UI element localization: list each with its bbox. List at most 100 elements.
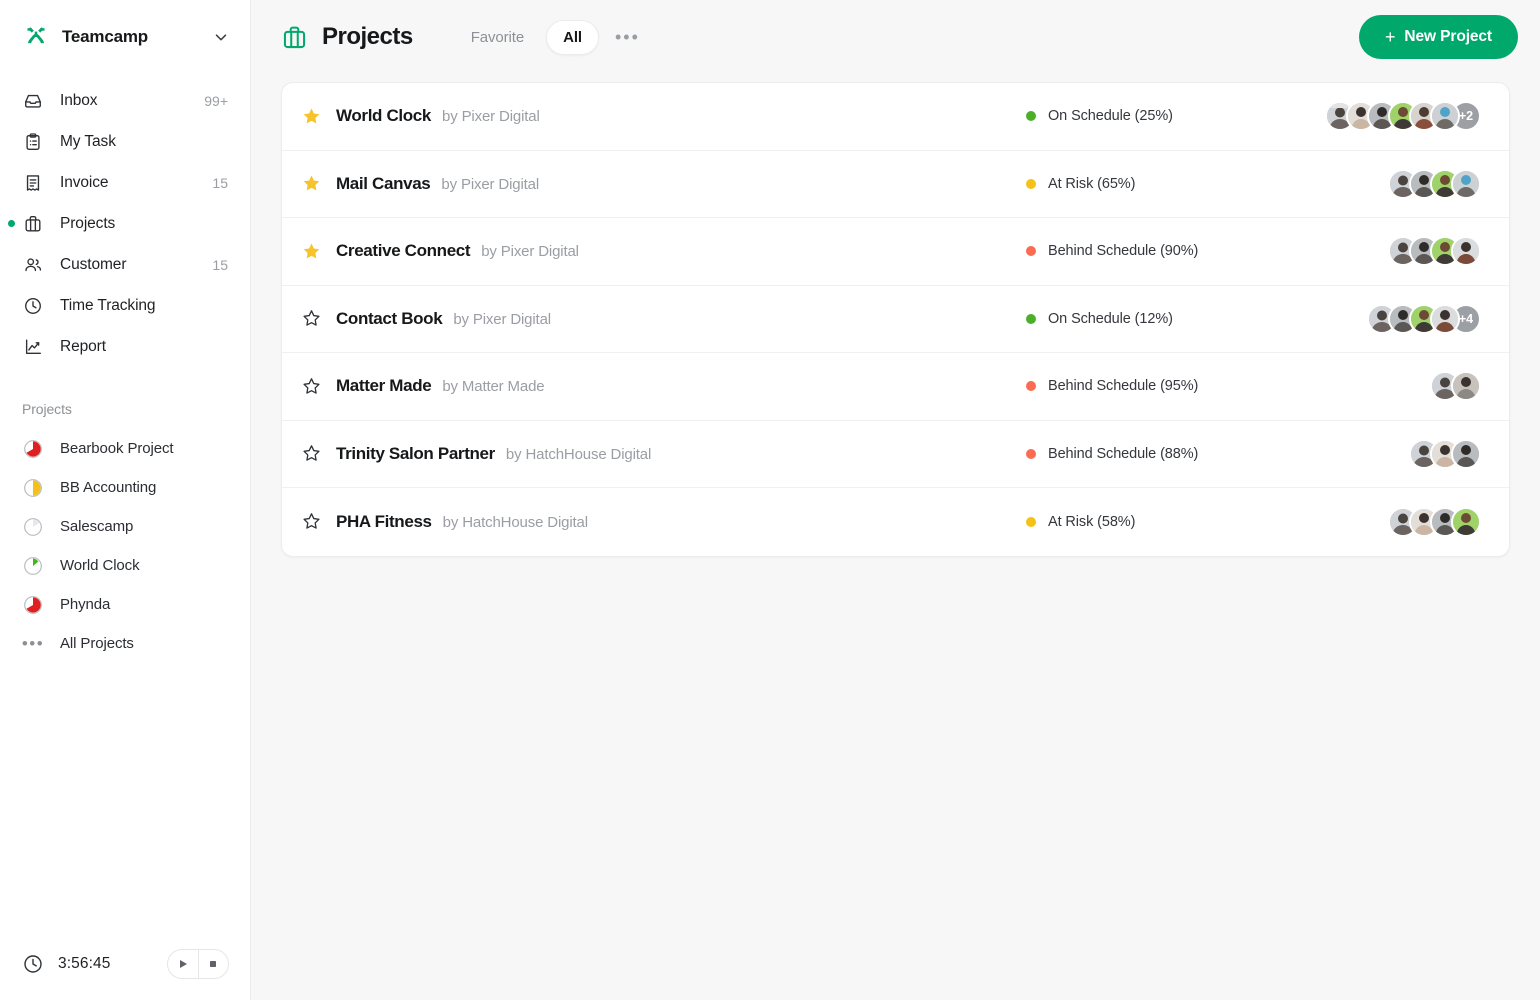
- chart-line-icon: [22, 336, 43, 357]
- progress-pie-icon: [22, 516, 44, 538]
- chevron-down-icon[interactable]: [212, 28, 230, 46]
- status-badge: At Risk (65%): [1026, 176, 1388, 192]
- status-dot-icon: [1026, 111, 1036, 122]
- avatar: [1451, 506, 1481, 537]
- sidebar-item-label: Report: [60, 337, 106, 355]
- status-dot-icon: [1026, 313, 1036, 324]
- sidebar-project-phynda[interactable]: Phynda: [0, 585, 250, 624]
- progress-pie-icon: [22, 477, 44, 499]
- sidebar: Teamcamp Inbox 99+ My Task Invoice 15 Pr…: [0, 0, 251, 1000]
- sidebar-project-label: Phynda: [60, 596, 111, 613]
- avatar-group[interactable]: [1388, 236, 1489, 267]
- table-row[interactable]: PHA Fitness by HatchHouse Digital At Ris…: [282, 488, 1509, 556]
- avatar-group[interactable]: [1388, 168, 1489, 199]
- new-project-button[interactable]: + New Project: [1358, 15, 1518, 59]
- clock-icon: [22, 295, 43, 316]
- status-label: Behind Schedule (90%): [1048, 243, 1199, 260]
- avatar-group[interactable]: +2: [1325, 101, 1489, 132]
- workspace-name: Teamcamp: [62, 27, 148, 46]
- filter-tabs: Favorite All •••: [455, 19, 650, 55]
- project-name-cell: Mail Canvas by Pixer Digital: [336, 174, 1026, 194]
- status-badge: On Schedule (12%): [1026, 311, 1367, 327]
- sidebar-project-bearbook-project[interactable]: Bearbook Project: [0, 429, 250, 468]
- status-label: At Risk (65%): [1048, 175, 1136, 192]
- star-outline-icon[interactable]: [302, 377, 336, 396]
- status-label: On Schedule (12%): [1048, 310, 1173, 327]
- sidebar-project-world-clock[interactable]: World Clock: [0, 546, 250, 585]
- star-filled-icon[interactable]: [302, 242, 336, 261]
- avatar-group[interactable]: [1430, 371, 1489, 402]
- page-header: Projects Favorite All ••• + New Project: [251, 0, 1540, 74]
- star-filled-icon[interactable]: [302, 107, 336, 126]
- sidebar-item-my-task[interactable]: My Task: [0, 121, 250, 162]
- avatar: [1451, 236, 1481, 267]
- project-client: by HatchHouse Digital: [505, 445, 652, 463]
- status-badge: Behind Schedule (90%): [1026, 243, 1388, 259]
- status-label: Behind Schedule (95%): [1048, 378, 1199, 395]
- sidebar-all-projects[interactable]: ••• All Projects: [0, 624, 250, 663]
- avatar: [1451, 371, 1481, 402]
- table-row[interactable]: Contact Book by Pixer Digital On Schedul…: [282, 286, 1509, 353]
- clipboard-icon: [22, 131, 43, 152]
- sidebar-project-label: BB Accounting: [60, 479, 157, 496]
- project-client: by Pixer Digital: [453, 310, 551, 328]
- project-name-cell: World Clock by Pixer Digital: [336, 106, 1026, 126]
- people-icon: [22, 254, 43, 275]
- sidebar-item-inbox[interactable]: Inbox 99+: [0, 80, 250, 121]
- briefcase-icon: [22, 213, 43, 234]
- sidebar-item-badge: 15: [212, 174, 228, 191]
- sidebar-item-customer[interactable]: Customer 15: [0, 244, 250, 285]
- status-badge: Behind Schedule (88%): [1026, 446, 1409, 462]
- sidebar-item-time-tracking[interactable]: Time Tracking: [0, 285, 250, 326]
- sidebar-project-label: Salescamp: [60, 518, 134, 535]
- sidebar-projects-list: Bearbook Project BB Accounting Salescamp…: [0, 429, 250, 663]
- sidebar-project-salescamp[interactable]: Salescamp: [0, 507, 250, 546]
- project-name: Trinity Salon Partner: [336, 443, 495, 463]
- sidebar-item-label: Time Tracking: [60, 296, 156, 314]
- tab-favorite[interactable]: Favorite: [455, 21, 540, 54]
- avatar-group[interactable]: [1388, 506, 1489, 537]
- table-row[interactable]: Mail Canvas by Pixer Digital At Risk (65…: [282, 151, 1509, 218]
- inbox-icon: [22, 90, 43, 111]
- sidebar-item-label: Projects: [60, 214, 116, 232]
- status-dot-icon: [1026, 448, 1036, 459]
- project-name-cell: Trinity Salon Partner by HatchHouse Digi…: [336, 444, 1026, 464]
- tab-all[interactable]: All: [546, 19, 599, 55]
- sidebar-item-badge: 15: [212, 256, 228, 273]
- sidebar-section-title: Projects: [22, 401, 72, 417]
- sidebar-all-projects-label: All Projects: [60, 635, 134, 652]
- table-row[interactable]: Matter Made by Matter Made Behind Schedu…: [282, 353, 1509, 421]
- star-outline-icon[interactable]: [302, 309, 336, 328]
- stop-icon[interactable]: [197, 950, 229, 978]
- sidebar-item-projects[interactable]: Projects: [0, 203, 250, 244]
- status-dot-icon: [1026, 516, 1036, 527]
- ellipsis-icon[interactable]: •••: [605, 28, 650, 46]
- workspace-switcher[interactable]: Teamcamp: [0, 0, 250, 74]
- star-filled-icon[interactable]: [302, 174, 336, 193]
- project-client: by HatchHouse Digital: [442, 513, 588, 531]
- status-dot-icon: [1026, 381, 1036, 392]
- clock-icon: [22, 953, 44, 975]
- project-name-cell: Contact Book by Pixer Digital: [336, 309, 1026, 329]
- project-name: Contact Book: [336, 308, 443, 328]
- status-label: On Schedule (25%): [1048, 108, 1173, 125]
- table-row[interactable]: World Clock by Pixer Digital On Schedule…: [282, 83, 1509, 151]
- sidebar-item-invoice[interactable]: Invoice 15: [0, 162, 250, 203]
- app-window: Teamcamp Inbox 99+ My Task Invoice 15 Pr…: [0, 0, 1540, 1000]
- progress-pie-icon: [22, 438, 44, 460]
- sidebar-item-label: Invoice: [60, 173, 109, 191]
- avatar-group[interactable]: [1409, 438, 1489, 469]
- avatar-group[interactable]: +4: [1367, 303, 1489, 334]
- play-icon[interactable]: [168, 950, 198, 978]
- project-name: World Clock: [336, 106, 432, 126]
- project-name: Creative Connect: [336, 241, 471, 261]
- star-outline-icon[interactable]: [302, 444, 336, 463]
- sidebar-item-report[interactable]: Report: [0, 326, 250, 367]
- star-outline-icon[interactable]: [302, 512, 336, 531]
- receipt-icon: [22, 172, 43, 193]
- table-row[interactable]: Trinity Salon Partner by HatchHouse Digi…: [282, 421, 1509, 488]
- table-row[interactable]: Creative Connect by Pixer Digital Behind…: [282, 218, 1509, 286]
- sidebar-project-bb-accounting[interactable]: BB Accounting: [0, 468, 250, 507]
- sidebar-item-label: Customer: [60, 255, 127, 273]
- sidebar-item-badge: 99+: [204, 92, 228, 109]
